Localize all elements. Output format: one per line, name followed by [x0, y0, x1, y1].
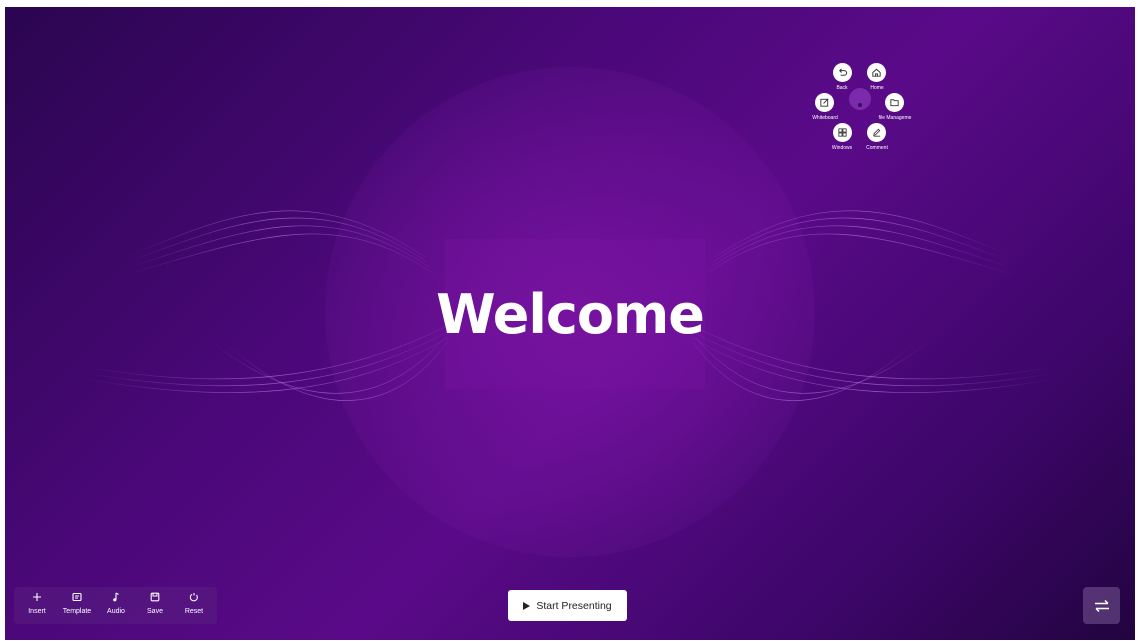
hub-dot — [858, 103, 862, 107]
audio-label: Audio — [107, 608, 125, 615]
plus-icon — [33, 593, 41, 601]
windows-label: Windows — [831, 145, 853, 151]
home-label: Home — [870, 85, 884, 91]
reset-icon — [189, 593, 198, 602]
swap-arrows-icon — [1094, 599, 1109, 612]
edit-box-icon — [820, 98, 829, 107]
back-button[interactable] — [833, 63, 852, 82]
audio-button[interactable]: Audio — [98, 591, 134, 621]
whiteboard-button[interactable] — [815, 93, 834, 112]
windows-button[interactable] — [833, 123, 852, 142]
save-icon — [150, 592, 160, 602]
folder-icon — [890, 99, 899, 107]
template-icon — [72, 592, 82, 602]
save-button[interactable]: Save — [137, 591, 173, 621]
reset-label: Reset — [184, 608, 204, 615]
comment-label: Comment — [866, 145, 888, 151]
reset-button[interactable]: Reset — [176, 591, 212, 621]
comment-button[interactable] — [867, 123, 886, 142]
template-label: Template — [62, 608, 92, 615]
file-manager-button[interactable] — [885, 93, 904, 112]
home-button[interactable] — [867, 63, 886, 82]
bottom-toolbar: Insert Template Audio Save Reset — [14, 587, 217, 624]
save-label: Save — [147, 608, 163, 615]
music-note-icon — [113, 592, 119, 602]
pen-icon — [873, 128, 881, 137]
template-button[interactable]: Template — [59, 591, 95, 621]
back-label: Back — [836, 85, 848, 91]
play-icon — [523, 601, 531, 610]
radial-menu-hub[interactable] — [849, 88, 871, 110]
grid-icon — [838, 128, 847, 137]
whiteboard-label: Whiteboard — [812, 115, 838, 121]
insert-button[interactable]: Insert — [19, 591, 55, 621]
slide-title: Welcome — [436, 283, 705, 346]
undo-icon — [839, 68, 848, 76]
radial-menu: Back Home Whiteboard file Manageme Windo… — [805, 55, 915, 155]
slide-canvas: Welcome — [5, 7, 1135, 640]
switch-button[interactable] — [1083, 587, 1120, 624]
file-manager-label: file Manageme — [878, 115, 912, 121]
start-presenting-button[interactable]: Start Presenting — [508, 590, 627, 621]
insert-label: Insert — [28, 608, 46, 615]
start-presenting-label: Start Presenting — [536, 599, 612, 612]
home-icon — [872, 68, 881, 77]
